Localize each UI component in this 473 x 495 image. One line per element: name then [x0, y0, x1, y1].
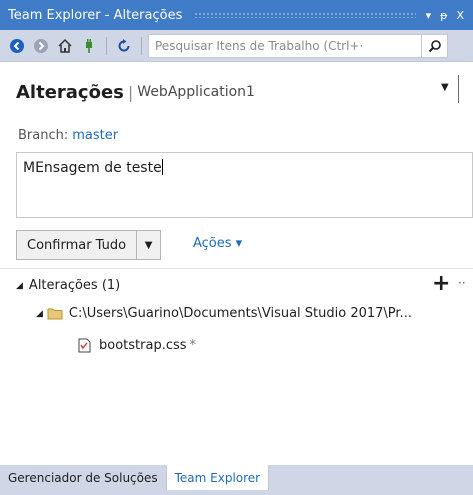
- actions-menu[interactable]: Ações ▾: [193, 236, 242, 251]
- folder-icon: [47, 307, 63, 320]
- css-file-icon: [78, 338, 91, 353]
- search-icon[interactable]: [422, 33, 448, 58]
- more-options-icon[interactable]: ··: [458, 276, 466, 290]
- page-title: Alterações: [16, 81, 124, 103]
- section-divider: [0, 268, 473, 269]
- branch-link[interactable]: master: [72, 128, 118, 143]
- toolbar-separator: [106, 36, 107, 55]
- header-separator: |: [127, 82, 134, 102]
- changes-section-label: Alterações (1): [28, 278, 121, 293]
- toolbar: Pesquisar Itens de Trabalho (Ctrl+·: [0, 30, 473, 62]
- title-grip[interactable]: [194, 12, 416, 18]
- commit-all-button[interactable]: Confirmar Tudo: [17, 231, 136, 259]
- window-title: Team Explorer - Alterações: [8, 7, 183, 23]
- folder-tree-item[interactable]: ◢ C:\Users\Guarino\Documents\Visual Stud…: [36, 306, 412, 321]
- home-icon[interactable]: [54, 35, 76, 57]
- tab-solution-explorer[interactable]: Gerenciador de Soluções: [0, 465, 166, 490]
- expand-triangle-icon[interactable]: ◢: [36, 309, 43, 319]
- branch-label: Branch:: [18, 128, 69, 143]
- page-header: Alterações | WebApplication1 ▼: [0, 62, 473, 122]
- commit-all-split-button[interactable]: Confirmar Tudo ▼: [16, 230, 162, 260]
- modified-marker: *: [189, 338, 197, 353]
- commit-message-field[interactable]: MEnsagem de teste: [16, 152, 473, 218]
- connect-icon[interactable]: [78, 35, 100, 57]
- bottom-tab-bar: Gerenciador de Soluções Team Explorer: [0, 465, 473, 495]
- forward-icon[interactable]: [30, 35, 52, 57]
- pin-icon[interactable]: ᵽ: [440, 9, 447, 22]
- folder-path: C:\Users\Guarino\Documents\Visual Studio…: [68, 306, 412, 321]
- window-title-bar: Team Explorer - Alterações ▾ ᵽ X: [0, 0, 473, 30]
- close-icon[interactable]: X: [456, 9, 464, 22]
- changes-section-header[interactable]: ◢ Alterações (1): [16, 278, 120, 293]
- refresh-icon[interactable]: [113, 35, 135, 57]
- back-icon[interactable]: [6, 35, 28, 57]
- window-dropdown-icon[interactable]: ▾: [426, 9, 432, 22]
- search-input[interactable]: Pesquisar Itens de Trabalho (Ctrl+·: [148, 33, 422, 58]
- text-cursor: [161, 159, 163, 175]
- toolbar-separator: [141, 36, 142, 55]
- header-edge: [458, 75, 459, 103]
- repository-name: WebApplication1: [137, 84, 255, 100]
- branch-info: Branch: master: [18, 128, 118, 143]
- file-name: bootstrap.css: [99, 338, 187, 353]
- file-tree-item[interactable]: bootstrap.css *: [78, 338, 196, 353]
- expand-triangle-icon[interactable]: ◢: [16, 281, 23, 291]
- add-icon[interactable]: +: [432, 271, 450, 296]
- tab-team-explorer[interactable]: Team Explorer: [165, 465, 270, 490]
- page-dropdown-icon[interactable]: ▼: [441, 82, 449, 93]
- commit-dropdown-icon[interactable]: ▼: [136, 231, 160, 259]
- commit-message-text: MEnsagem de teste: [23, 160, 162, 176]
